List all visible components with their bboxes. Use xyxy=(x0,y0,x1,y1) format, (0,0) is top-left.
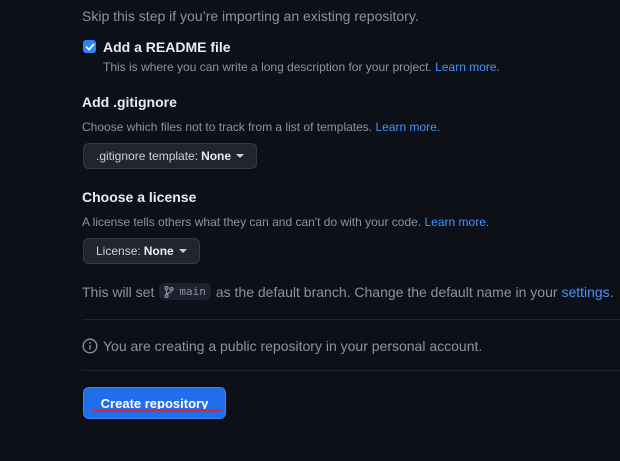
annotation-underline xyxy=(92,409,222,412)
check-icon xyxy=(85,43,94,50)
license-select-prefix: License: xyxy=(96,244,141,258)
caret-down-icon xyxy=(236,154,245,158)
branch-note-prefix: This will set xyxy=(82,283,155,300)
branch-note-end: . xyxy=(609,283,614,300)
readme-description: This is where you can write a long descr… xyxy=(103,60,500,74)
license-description-text: A license tells others what they can and… xyxy=(82,215,422,229)
caret-down-icon xyxy=(178,249,187,253)
visibility-info: You are creating a public repository in … xyxy=(82,338,482,354)
license-select[interactable]: License: None xyxy=(83,238,200,264)
license-description: A license tells others what they can and… xyxy=(82,215,489,229)
license-learn-more-link[interactable]: Learn more. xyxy=(425,215,490,229)
info-icon xyxy=(82,338,98,354)
gitignore-description-text: Choose which files not to track from a l… xyxy=(82,120,373,134)
settings-link[interactable]: settings xyxy=(561,284,609,300)
license-title: Choose a license xyxy=(82,189,197,205)
readme-label[interactable]: Add a README file xyxy=(103,38,500,56)
branch-note-suffix: as the default branch. Change the defaul… xyxy=(215,283,558,300)
new-repo-form: Skip this step if you’re importing an ex… xyxy=(0,0,620,461)
gitignore-select-prefix: .gitignore template: xyxy=(96,149,199,163)
readme-text: Add a README file This is where you can … xyxy=(103,38,500,74)
create-repository-button[interactable]: Create repository xyxy=(83,387,226,419)
gitignore-select-value: None xyxy=(201,149,232,163)
gitignore-learn-more-link[interactable]: Learn more. xyxy=(375,120,440,134)
gitignore-template-select[interactable]: .gitignore template: None xyxy=(83,143,258,169)
branch-chip: main xyxy=(159,283,211,300)
readme-checkbox[interactable] xyxy=(83,40,96,53)
readme-description-text: This is where you can write a long descr… xyxy=(103,60,432,74)
branch-name: main xyxy=(179,285,206,298)
gitignore-title: Add .gitignore xyxy=(82,94,177,110)
git-branch-icon xyxy=(164,285,174,298)
readme-learn-more-link[interactable]: Learn more. xyxy=(435,60,500,74)
visibility-info-text: You are creating a public repository in … xyxy=(103,338,483,354)
divider xyxy=(82,319,620,320)
license-select-value: None xyxy=(143,244,174,258)
divider xyxy=(82,370,620,371)
init-hint-text: Skip this step if you’re importing an ex… xyxy=(82,8,419,24)
gitignore-description: Choose which files not to track from a l… xyxy=(82,120,440,134)
readme-option: Add a README file This is where you can … xyxy=(83,38,500,74)
default-branch-note: This will set main as the default branch… xyxy=(82,283,614,300)
